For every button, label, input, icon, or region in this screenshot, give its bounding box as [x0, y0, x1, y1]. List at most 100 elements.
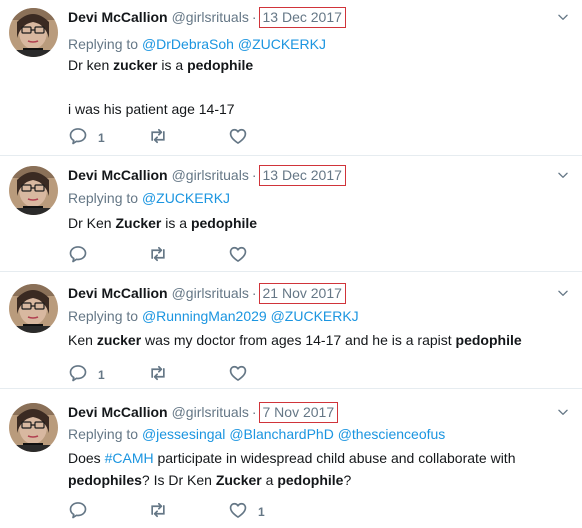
bold-text: pedophiles	[68, 472, 142, 488]
text-segment: Dr ken	[68, 57, 114, 73]
tweet[interactable]: Devi McCallion @girlsrituals · 13 Dec 2017 R…	[0, 0, 582, 156]
tweet-line: Dr ken zucker is a pedophile	[68, 54, 548, 76]
reply-button[interactable]	[68, 500, 98, 525]
bold-text: pedophile	[190, 215, 258, 231]
replying-to: Replying to @DrDebraSoh @ZUCKERKJ	[68, 36, 326, 52]
tweet-text: Does #CAMH participate in widespread chi…	[68, 447, 548, 491]
text-segment: was my doctor from ages 14-17 and he is …	[141, 332, 456, 348]
like-button[interactable]	[228, 128, 258, 148]
user-handle[interactable]: @girlsrituals	[172, 9, 249, 25]
heart-icon	[228, 500, 248, 525]
text-segment: Ken	[68, 332, 97, 348]
reply-count: 1	[98, 368, 105, 382]
mention-link[interactable]: @ZUCKERKJ	[271, 308, 359, 324]
text-segment: participate in widespread child abuse an…	[153, 450, 516, 466]
heart-icon	[228, 244, 248, 269]
tweet-actions: 1	[68, 363, 268, 388]
text-segment: is a	[161, 215, 191, 231]
text-segment: is a	[157, 57, 188, 73]
bold-text: zucker	[96, 332, 142, 348]
retweet-button[interactable]	[148, 502, 178, 522]
mention-link[interactable]: @ZUCKERKJ	[142, 190, 230, 206]
tweet[interactable]: Devi McCallion @girlsrituals · 7 Nov 2017 Re…	[0, 389, 582, 528]
avatar[interactable]	[9, 284, 58, 333]
bold-text: Zucker	[115, 215, 162, 231]
text-segment: a	[261, 472, 278, 488]
reply-button[interactable]: 1	[68, 126, 105, 151]
avatar[interactable]	[9, 403, 58, 452]
avatar[interactable]	[9, 8, 58, 57]
mention-link[interactable]: @RunningMan2029	[142, 308, 267, 324]
reply-button[interactable]: 1	[68, 363, 105, 388]
tweet-date[interactable]: 13 Dec 2017	[258, 6, 346, 28]
separator-dot: ·	[251, 285, 257, 301]
chevron-down-icon[interactable]	[556, 286, 570, 300]
text-segment: i was his patient age 14-17	[68, 101, 235, 117]
tweet-line: Dr Ken Zucker is a pedophile	[68, 212, 548, 234]
tweet-date[interactable]: 7 Nov 2017	[258, 401, 339, 423]
reply-icon	[68, 126, 88, 151]
text-segment: ? Is Dr Ken	[141, 472, 216, 488]
bold-text: Zucker	[215, 472, 262, 488]
retweet-icon	[148, 244, 168, 269]
mention-link[interactable]: @ZUCKERKJ	[238, 36, 326, 52]
retweet-icon	[148, 500, 168, 525]
bold-text: zucker	[113, 57, 158, 73]
replying-to: Replying to @ZUCKERKJ	[68, 190, 230, 206]
avatar[interactable]	[9, 166, 58, 215]
user-handle[interactable]: @girlsrituals	[172, 285, 249, 301]
tweet-header: Devi McCallion @girlsrituals · 13 Dec 2017	[68, 6, 346, 28]
retweet-button[interactable]	[148, 365, 178, 385]
like-button[interactable]: 1	[228, 502, 265, 522]
user-handle[interactable]: @girlsrituals	[172, 404, 249, 420]
retweet-button[interactable]	[148, 128, 178, 148]
separator-dot: ·	[251, 404, 257, 420]
chevron-down-icon[interactable]	[556, 10, 570, 24]
tweet[interactable]: Devi McCallion @girlsrituals · 21 Nov 2017 R…	[0, 272, 582, 389]
hashtag-link[interactable]: #CAMH	[105, 450, 154, 466]
tweet-text: Dr Ken Zucker is a pedophile	[68, 212, 548, 234]
tweet[interactable]: Devi McCallion @girlsrituals · 13 Dec 2017 R…	[0, 156, 582, 272]
tweet-header: Devi McCallion @girlsrituals · 21 Nov 2017	[68, 282, 346, 304]
reply-icon	[68, 244, 88, 269]
reply-button[interactable]	[68, 244, 98, 269]
separator-dot: ·	[251, 9, 257, 25]
tweet-header: Devi McCallion @girlsrituals · 13 Dec 2017	[68, 164, 346, 186]
user-handle[interactable]: @girlsrituals	[172, 167, 249, 183]
tweet-date[interactable]: 21 Nov 2017	[258, 282, 346, 304]
mention-link[interactable]: @BlanchardPhD	[229, 426, 334, 442]
tweet-line: i was his patient age 14-17	[68, 98, 548, 120]
display-name[interactable]: Devi McCallion	[68, 167, 168, 183]
heart-icon	[228, 363, 248, 388]
tweet-date[interactable]: 13 Dec 2017	[258, 164, 346, 186]
replying-prefix: Replying to	[68, 308, 142, 324]
mention-link[interactable]: @DrDebraSoh	[142, 36, 234, 52]
replying-prefix: Replying to	[68, 426, 142, 442]
mention-link[interactable]: @thescienceofus	[338, 426, 446, 442]
separator-dot: ·	[251, 167, 257, 183]
tweet-line	[68, 76, 548, 98]
display-name[interactable]: Devi McCallion	[68, 404, 168, 420]
display-name[interactable]: Devi McCallion	[68, 285, 168, 301]
replying-to: Replying to @jessesingal @BlanchardPhD @…	[68, 426, 445, 442]
like-button[interactable]	[228, 246, 258, 266]
mention-link[interactable]: @jessesingal	[142, 426, 225, 442]
tweet-actions	[68, 244, 268, 269]
display-name[interactable]: Devi McCallion	[68, 9, 168, 25]
bold-text: pedophile	[455, 332, 522, 348]
retweet-button[interactable]	[148, 246, 178, 266]
chevron-down-icon[interactable]	[556, 168, 570, 182]
reply-icon	[68, 500, 88, 525]
chevron-down-icon[interactable]	[556, 405, 570, 419]
bold-text: pedophile	[187, 57, 254, 73]
like-button[interactable]	[228, 365, 258, 385]
tweet-line: pedophiles? Is Dr Ken Zucker a pedophile…	[68, 469, 548, 491]
replying-to: Replying to @RunningMan2029 @ZUCKERKJ	[68, 308, 359, 324]
reply-icon	[68, 363, 88, 388]
tweet-actions: 1	[68, 500, 268, 525]
retweet-icon	[148, 363, 168, 388]
replying-prefix: Replying to	[68, 190, 142, 206]
text-segment: Does	[68, 450, 105, 466]
text-segment: Dr Ken	[68, 215, 116, 231]
tweet-line: Does #CAMH participate in widespread chi…	[68, 447, 548, 469]
